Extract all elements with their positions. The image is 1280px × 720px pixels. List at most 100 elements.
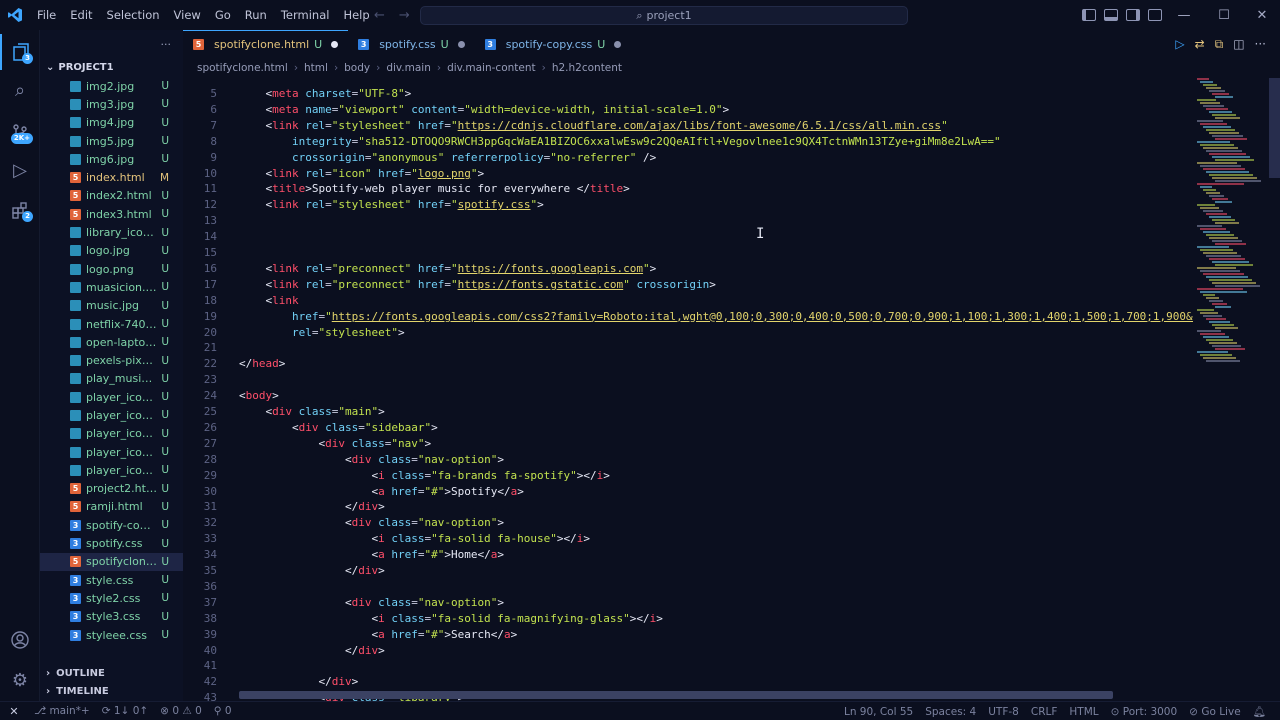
account-icon[interactable] bbox=[0, 622, 40, 658]
unsaved-dot-icon[interactable] bbox=[331, 41, 339, 48]
menu-edit[interactable]: Edit bbox=[63, 0, 99, 30]
breadcrumb-item[interactable]: div.main-content bbox=[447, 62, 536, 74]
notifications-bell-icon[interactable]: 🔔︎ bbox=[1247, 705, 1272, 718]
encoding[interactable]: UTF-8 bbox=[982, 706, 1025, 718]
menu-run[interactable]: Run bbox=[238, 0, 274, 30]
file-item[interactable]: player_icon3.... U bbox=[40, 425, 183, 443]
go-live-button[interactable]: ⊘ Go Live bbox=[1183, 706, 1246, 718]
vertical-scrollbar[interactable] bbox=[1269, 78, 1280, 178]
back-arrow-icon[interactable]: ← bbox=[374, 8, 385, 23]
minimize-button[interactable]: — bbox=[1164, 0, 1204, 30]
settings-gear-icon[interactable]: ⚙ bbox=[0, 662, 40, 698]
file-item[interactable]: 5 index2.html U bbox=[40, 187, 183, 205]
run-debug-icon[interactable]: ▷ bbox=[0, 152, 40, 188]
file-item[interactable]: 3 styleee.css U bbox=[40, 626, 183, 644]
language-mode[interactable]: HTML bbox=[1063, 706, 1104, 718]
file-item[interactable]: img3.jpg U bbox=[40, 95, 183, 113]
search-icon[interactable]: ⌕ bbox=[0, 72, 40, 108]
command-center-search[interactable]: ⌕ project1 bbox=[420, 6, 908, 25]
toggle-sidebar-icon[interactable] bbox=[1082, 9, 1096, 21]
menu-view[interactable]: View bbox=[167, 0, 208, 30]
problems-indicator[interactable]: ⊗ 0 ⚠ 0 bbox=[154, 705, 208, 717]
run-icon[interactable]: ▷ bbox=[1175, 37, 1184, 51]
file-item[interactable]: netflix-74087.... U bbox=[40, 315, 183, 333]
file-item[interactable]: 3 spotify-copy.... U bbox=[40, 516, 183, 534]
unsaved-dot-icon[interactable] bbox=[457, 40, 465, 48]
unsaved-dot-icon[interactable] bbox=[614, 40, 622, 48]
menu-terminal[interactable]: Terminal bbox=[274, 0, 337, 30]
file-item[interactable]: 3 style2.css U bbox=[40, 589, 183, 607]
menu-go[interactable]: Go bbox=[208, 0, 238, 30]
project-root-folder[interactable]: ⌄ PROJECT1 bbox=[40, 58, 183, 77]
file-item[interactable]: img4.jpg U bbox=[40, 114, 183, 132]
split-editor-icon[interactable]: ◫ bbox=[1233, 37, 1244, 51]
file-item[interactable]: player_icon1.... U bbox=[40, 388, 183, 406]
file-item[interactable]: logo.png U bbox=[40, 260, 183, 278]
file-item[interactable]: player_icon4.... U bbox=[40, 443, 183, 461]
close-button[interactable]: ✕ bbox=[1242, 0, 1280, 30]
file-item[interactable]: open-laptop.... U bbox=[40, 333, 183, 351]
maximize-button[interactable]: ☐ bbox=[1204, 0, 1244, 30]
file-item[interactable]: img2.jpg U bbox=[40, 77, 183, 95]
more-actions-icon[interactable]: ··· bbox=[1255, 37, 1266, 51]
file-item[interactable]: 5 project2.html U bbox=[40, 480, 183, 498]
timeline-section[interactable]: › TIMELINE bbox=[40, 682, 183, 701]
file-item[interactable]: 5 index.html M bbox=[40, 168, 183, 186]
ports-indicator[interactable]: ⚲ 0 bbox=[208, 705, 238, 717]
file-item[interactable]: 3 spotify.css U bbox=[40, 534, 183, 552]
breadcrumb-item[interactable]: h2.h2content bbox=[552, 62, 622, 74]
breadcrumb-item[interactable]: spotifyclone.html bbox=[197, 62, 288, 74]
breadcrumb-item[interactable]: html bbox=[304, 62, 328, 74]
minimap-line bbox=[1203, 252, 1237, 254]
breadcrumb-separator: › bbox=[541, 62, 546, 74]
file-item[interactable]: play_musicb.... U bbox=[40, 370, 183, 388]
toggle-panel-icon[interactable] bbox=[1104, 9, 1118, 21]
extensions-icon[interactable]: 2 bbox=[0, 192, 40, 228]
code-editor[interactable]: 5 <meta charset="UTF-8"> 6 <meta name="vi… bbox=[183, 78, 1280, 701]
file-item[interactable]: 3 style3.css U bbox=[40, 608, 183, 626]
toggle-secondary-sidebar-icon[interactable] bbox=[1126, 9, 1140, 21]
port-indicator[interactable]: ⊙ Port: 3000 bbox=[1105, 706, 1184, 718]
indentation[interactable]: Spaces: 4 bbox=[919, 706, 982, 718]
editor-tab[interactable]: 3 spotify-copy.css U bbox=[475, 30, 632, 58]
branch-indicator[interactable]: ⎇ main*+ bbox=[28, 705, 96, 717]
editor-tab[interactable]: 5 spotifyclone.html U bbox=[183, 30, 349, 58]
minimap-line bbox=[1209, 237, 1238, 239]
end-of-line[interactable]: CRLF bbox=[1025, 706, 1064, 718]
breadcrumb-item[interactable]: div.main bbox=[386, 62, 431, 74]
menu-file[interactable]: File bbox=[30, 0, 63, 30]
file-item[interactable]: img5.jpg U bbox=[40, 132, 183, 150]
file-item[interactable]: player_icon2.... U bbox=[40, 406, 183, 424]
file-item[interactable]: 5 spotifyclone.... U bbox=[40, 552, 183, 572]
file-item[interactable]: 5 ramji.html U bbox=[40, 498, 183, 516]
breadcrumb-item[interactable]: body bbox=[344, 62, 370, 74]
file-item[interactable]: 3 style.css U bbox=[40, 571, 183, 589]
file-item[interactable]: pexels-pixab.... U bbox=[40, 351, 183, 369]
file-item[interactable]: muasicion.png U bbox=[40, 278, 183, 296]
sync-indicator[interactable]: ⟳ 1↓ 0↑ bbox=[96, 705, 154, 717]
file-item[interactable]: img6.jpg U bbox=[40, 150, 183, 168]
explorer-icon[interactable]: 3 bbox=[0, 34, 40, 70]
minimap-line bbox=[1212, 261, 1249, 263]
menu-help[interactable]: Help bbox=[336, 0, 376, 30]
menu-selection[interactable]: Selection bbox=[100, 0, 167, 30]
file-item[interactable]: library_icon.... U bbox=[40, 223, 183, 241]
file-item[interactable]: 5 index3.html U bbox=[40, 205, 183, 223]
file-item[interactable]: music.jpg U bbox=[40, 297, 183, 315]
more-actions-icon[interactable]: ··· bbox=[161, 38, 172, 51]
customize-layout-icon[interactable] bbox=[1148, 9, 1162, 21]
source-control-icon[interactable]: 2K+ bbox=[0, 114, 40, 150]
horizontal-scrollbar[interactable] bbox=[239, 691, 1113, 699]
outline-section[interactable]: › OUTLINE bbox=[40, 664, 183, 683]
remote-indicator-icon[interactable]: ✕ bbox=[0, 702, 28, 720]
forward-arrow-icon[interactable]: → bbox=[399, 8, 410, 23]
editor-tab[interactable]: 3 spotify.css U bbox=[348, 30, 475, 58]
minimap[interactable] bbox=[1193, 78, 1268, 378]
file-item[interactable]: player_icon5.... U bbox=[40, 461, 183, 479]
compare-changes-icon[interactable]: ⇄ bbox=[1195, 37, 1205, 51]
status-right: Ln 90, Col 55 Spaces: 4 UTF-8 CRLF HTML … bbox=[838, 702, 1272, 720]
open-changes-icon[interactable]: ⧉ bbox=[1215, 37, 1224, 52]
cursor-position[interactable]: Ln 90, Col 55 bbox=[838, 706, 919, 718]
file-item[interactable]: logo.jpg U bbox=[40, 242, 183, 260]
minimap-line bbox=[1206, 108, 1228, 110]
